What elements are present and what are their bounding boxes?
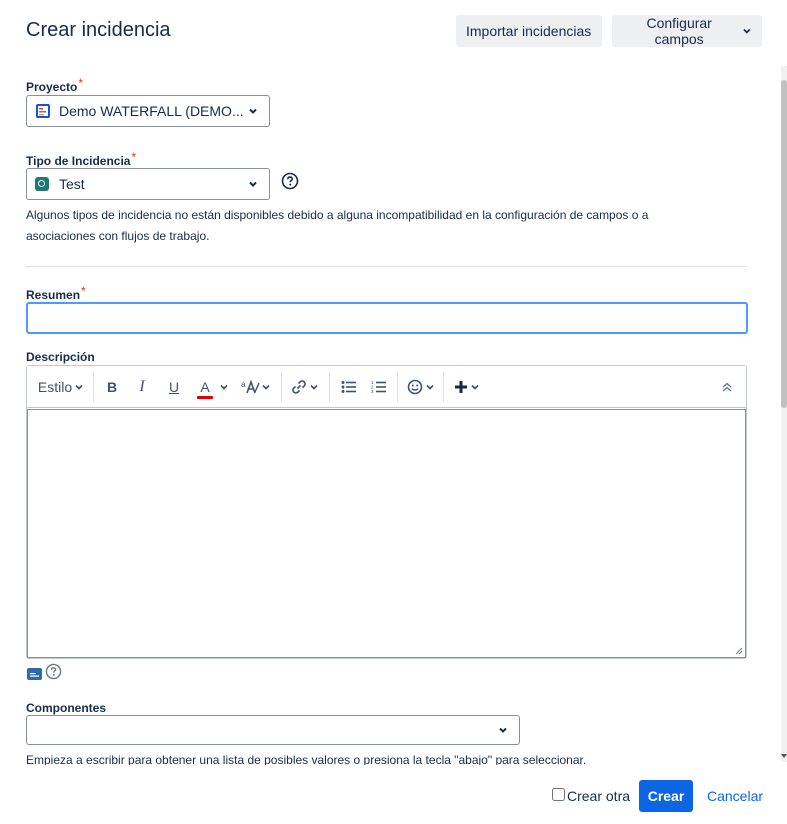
chevron-down-icon	[310, 384, 318, 390]
text-color-icon: A	[197, 379, 213, 399]
issue-type-note: Algunos tipos de incidencia no están dis…	[26, 208, 649, 243]
required-mark: *	[78, 76, 84, 90]
insert-more-button[interactable]	[451, 375, 483, 399]
summary-label: Resumen*	[26, 284, 86, 302]
test-type-icon	[35, 177, 49, 191]
svg-text:3: 3	[371, 389, 374, 394]
resize-handle-icon[interactable]	[735, 647, 743, 655]
components-hint: Empieza a escribir para obtener una list…	[26, 753, 587, 765]
chevron-down-icon	[499, 727, 507, 733]
import-issues-button[interactable]: Importar incidencias	[456, 15, 602, 47]
project-select[interactable]: Demo WATERFALL (DEMO...	[26, 95, 270, 127]
issue-type-select[interactable]: Test	[26, 168, 270, 200]
collapse-toolbar-icon	[722, 382, 732, 392]
configure-fields-label: Configurar campos	[646, 15, 712, 47]
scrollbar-thumb[interactable]	[781, 80, 787, 408]
issue-type-label: Tipo de Incidencia*	[26, 150, 137, 168]
components-hint-clip: Empieza a escribir para obtener una list…	[26, 752, 746, 765]
wiki-markup-icon[interactable]	[27, 668, 42, 680]
dialog-title: Crear incidencia	[26, 19, 171, 41]
chevron-down-icon	[220, 384, 228, 390]
italic-icon[interactable]: I	[131, 375, 153, 399]
chevron-down-icon	[471, 384, 479, 390]
project-value: Demo WATERFALL (DEMO...	[59, 103, 244, 119]
plus-icon	[455, 381, 467, 393]
editor-toolbar: Estilo B I U A a 1 2 3	[27, 366, 746, 408]
components-select[interactable]	[26, 715, 520, 745]
components-label: Componentes	[26, 701, 107, 715]
bold-icon[interactable]: B	[101, 375, 123, 399]
underline-icon[interactable]: U	[163, 375, 185, 399]
configure-fields-button[interactable]: Configurar campos	[612, 15, 762, 47]
toolbar-separator	[329, 372, 330, 402]
text-size-button[interactable]: a	[239, 375, 273, 399]
chevron-down-icon	[426, 384, 434, 390]
issue-type-value: Test	[59, 176, 85, 192]
text-size-icon: a	[241, 379, 260, 394]
project-label: Proyecto*	[26, 76, 84, 94]
description-editor: Estilo B I U A a 1 2 3	[26, 365, 747, 659]
chevron-down-icon	[743, 28, 751, 34]
toolbar-separator	[443, 372, 444, 402]
svg-text:a: a	[241, 380, 246, 389]
required-mark: *	[131, 150, 137, 164]
bullet-list-button[interactable]	[339, 375, 359, 399]
chevron-down-icon	[249, 108, 257, 114]
link-icon	[292, 380, 306, 394]
description-textarea[interactable]	[27, 409, 746, 658]
chevron-down-icon	[75, 384, 83, 390]
toolbar-separator	[397, 372, 398, 402]
create-another-label[interactable]: Crear otra	[567, 788, 630, 804]
chevron-down-icon	[249, 181, 257, 187]
cancel-link[interactable]: Cancelar	[707, 788, 763, 804]
toolbar-separator	[93, 372, 94, 402]
text-color-button[interactable]: A	[193, 375, 233, 399]
scroll-down-arrow-icon[interactable]	[781, 752, 787, 760]
style-dropdown[interactable]: Estilo	[37, 375, 85, 399]
help-icon[interactable]	[281, 172, 299, 190]
create-button[interactable]: Crear	[639, 780, 693, 812]
project-icon	[36, 104, 50, 118]
help-icon[interactable]	[45, 663, 62, 680]
numbered-list-button[interactable]: 1 2 3	[369, 375, 389, 399]
numbered-list-icon: 1 2 3	[371, 380, 386, 394]
create-another-checkbox[interactable]	[552, 788, 565, 801]
required-mark: *	[81, 284, 86, 298]
toolbar-separator	[281, 372, 282, 402]
section-divider	[26, 266, 747, 267]
emoji-button[interactable]	[405, 375, 437, 399]
text-color-bar	[197, 396, 213, 399]
summary-input[interactable]	[26, 302, 748, 334]
bullet-list-icon	[341, 381, 356, 393]
chevron-down-icon	[262, 384, 270, 390]
collapse-toolbar-button[interactable]	[715, 375, 739, 399]
style-label: Estilo	[37, 379, 73, 395]
link-button[interactable]	[289, 375, 321, 399]
emoji-icon	[407, 379, 423, 395]
description-label: Descripción	[26, 350, 95, 364]
